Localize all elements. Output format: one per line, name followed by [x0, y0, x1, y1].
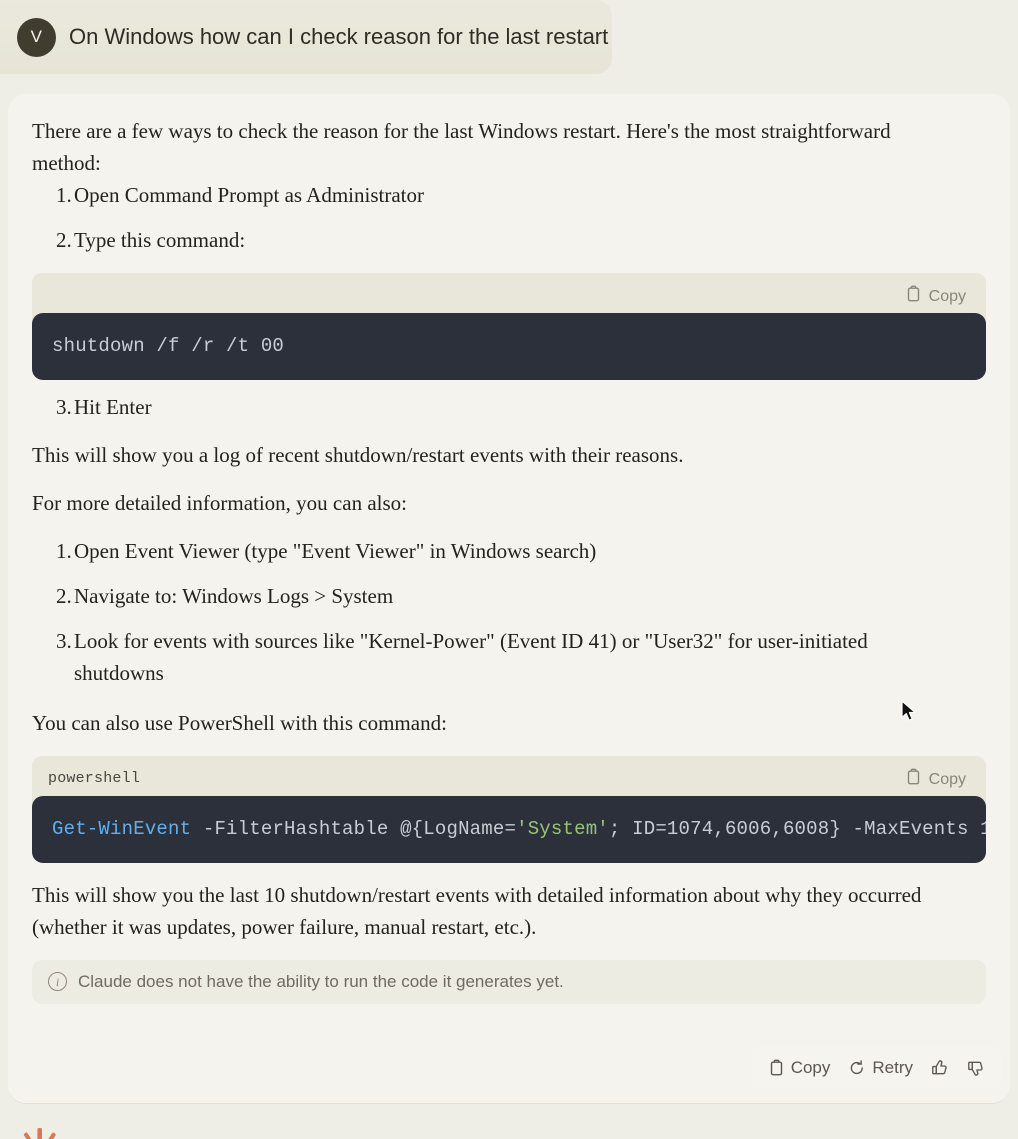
claude-logo	[20, 1128, 60, 1139]
code-token-function: Get-WinEvent	[52, 817, 192, 840]
avatar: V	[17, 17, 56, 57]
code-block-1-copy-label: Copy	[928, 287, 966, 305]
code-block-1-body: shutdown /f /r /t 00	[32, 312, 986, 380]
copy-button-label: Copy	[790, 1057, 831, 1077]
info-icon: i	[48, 972, 67, 992]
clipboard-icon	[905, 285, 922, 308]
clipboard-icon	[905, 768, 922, 791]
code-run-disclaimer: i Claude does not have the ability to ru…	[32, 959, 986, 1004]
list-item: Type this command:	[56, 225, 246, 257]
thumbs-up-icon	[931, 1059, 949, 1077]
code-block-2: powershell Copy Get-WinEvent -FilterHash…	[32, 755, 986, 863]
code-block-1-code: shutdown /f /r /t 00	[52, 334, 285, 357]
paragraph-3: For more detailed information, you can a…	[32, 491, 407, 516]
assistant-message-content: There are a few ways to check the reason…	[8, 94, 1010, 1103]
list-item: Open Event Viewer (type "Event Viewer" i…	[56, 536, 597, 568]
thumbs-down-icon	[967, 1059, 985, 1077]
refresh-icon	[848, 1059, 866, 1077]
steps-list-1-continued: Hit Enter	[32, 392, 986, 424]
thumbs-down-button[interactable]	[960, 1054, 992, 1082]
list-item: Look for events with sources like "Kerne…	[56, 626, 868, 686]
code-block-1-copy-button[interactable]: Copy	[899, 281, 972, 312]
thumbs-up-button[interactable]	[924, 1054, 956, 1082]
user-message-row: V On Windows how can I check reason for …	[0, 0, 612, 74]
steps-list-1: Open Command Prompt as Administrator Typ…	[32, 180, 986, 257]
intro-paragraph: There are a few ways to check the reason…	[32, 119, 891, 175]
list-item: Navigate to: Windows Logs > System	[56, 581, 394, 613]
retry-button-label: Retry	[872, 1057, 913, 1077]
code-token-plain-2: ; ID=1074,6006,6008} -MaxEvents 10	[608, 817, 986, 840]
code-block-2-copy-label: Copy	[928, 770, 966, 788]
paragraph-4: You can also use PowerShell with this co…	[32, 710, 447, 735]
disclaimer-text: Claude does not have the ability to run …	[78, 971, 564, 991]
code-block-1: Copy shutdown /f /r /t 00	[32, 272, 986, 380]
code-block-2-code: Get-WinEvent -FilterHashtable @{LogName=…	[52, 815, 986, 844]
code-block-2-language: powershell	[48, 770, 141, 788]
clipboard-icon	[768, 1059, 785, 1077]
user-message-text: On Windows how can I check reason for th…	[69, 23, 609, 49]
assistant-message-card: There are a few ways to check the reason…	[8, 94, 1010, 1104]
copy-button[interactable]: Copy	[761, 1053, 838, 1083]
paragraph-2: This will show you a log of recent shutd…	[32, 442, 684, 467]
message-action-toolbar: Copy Retry	[750, 1046, 1002, 1089]
steps-list-2: Open Event Viewer (type "Event Viewer" i…	[32, 536, 986, 690]
list-item: Hit Enter	[56, 392, 152, 424]
code-block-2-copy-button[interactable]: Copy	[899, 764, 972, 795]
code-token-string: 'System'	[516, 817, 609, 840]
retry-button[interactable]: Retry	[841, 1053, 920, 1083]
paragraph-5: This will show you the last 10 shutdown/…	[32, 882, 922, 939]
user-message-bubble: V On Windows how can I check reason for …	[0, 0, 612, 74]
list-item: Open Command Prompt as Administrator	[56, 180, 424, 212]
code-block-2-body: Get-WinEvent -FilterHashtable @{LogName=…	[32, 795, 986, 863]
avatar-initial: V	[30, 27, 43, 46]
code-token-plain-1: -FilterHashtable @{LogName=	[191, 817, 517, 840]
assistant-prose: There are a few ways to check the reason…	[32, 116, 986, 1004]
